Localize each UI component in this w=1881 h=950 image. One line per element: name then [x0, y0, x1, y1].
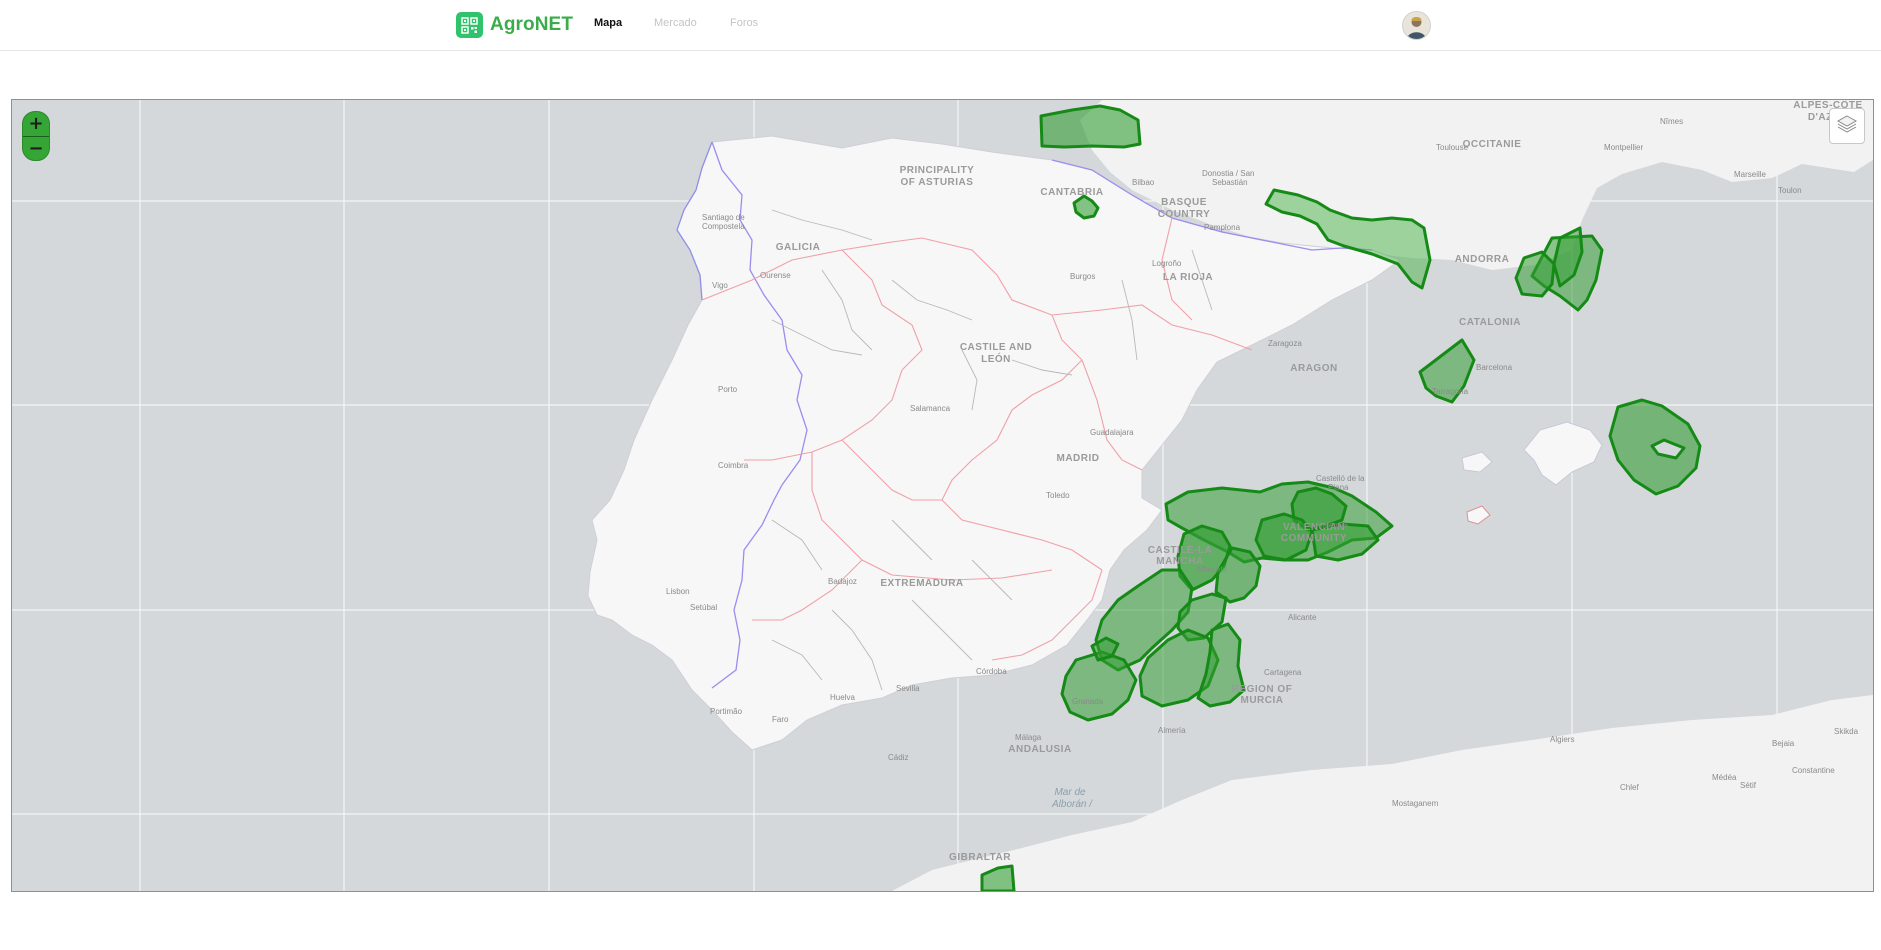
- svg-text:Sevilla: Sevilla: [896, 684, 920, 693]
- svg-text:Toledo: Toledo: [1046, 491, 1070, 500]
- svg-text:CASTILE-LA: CASTILE-LA: [1148, 545, 1212, 556]
- svg-text:Sebastián: Sebastián: [1212, 178, 1248, 187]
- svg-text:Montpellier: Montpellier: [1604, 143, 1643, 152]
- svg-text:Mostaganem: Mostaganem: [1392, 799, 1439, 808]
- svg-text:Portimão: Portimão: [710, 707, 743, 716]
- svg-text:PRINCIPALITY: PRINCIPALITY: [900, 165, 975, 176]
- svg-text:Alicante: Alicante: [1288, 613, 1317, 622]
- svg-text:Compostela: Compostela: [702, 222, 745, 231]
- layers-button[interactable]: [1829, 108, 1865, 144]
- svg-text:Burgos: Burgos: [1070, 272, 1095, 281]
- svg-text:Castelló de la: Castelló de la: [1316, 474, 1365, 483]
- svg-text:Algiers: Algiers: [1550, 735, 1574, 744]
- svg-text:ANDALUSIA: ANDALUSIA: [1008, 744, 1071, 755]
- svg-text:Porto: Porto: [718, 385, 738, 394]
- basemap[interactable]: PRINCIPALITY OF ASTURIAS CANTABRIA BASQU…: [12, 100, 1873, 891]
- svg-text:Valencia: Valencia: [1318, 521, 1349, 530]
- svg-text:OF ASTURIAS: OF ASTURIAS: [901, 177, 974, 188]
- svg-text:Skikda: Skikda: [1834, 727, 1859, 736]
- svg-text:Chlef: Chlef: [1620, 783, 1639, 792]
- user-avatar-icon[interactable]: [1402, 11, 1431, 40]
- svg-text:OCCITANIE: OCCITANIE: [1463, 139, 1522, 150]
- svg-text:Granada: Granada: [1072, 697, 1104, 706]
- svg-text:Tarragona: Tarragona: [1432, 387, 1469, 396]
- svg-text:Pamplona: Pamplona: [1204, 223, 1241, 232]
- zoom-in-button[interactable]: +: [23, 112, 49, 137]
- svg-text:Toulouse: Toulouse: [1436, 143, 1469, 152]
- svg-text:ANDORRA: ANDORRA: [1455, 254, 1510, 265]
- svg-text:Donostia / San: Donostia / San: [1202, 169, 1254, 178]
- svg-text:Toulon: Toulon: [1778, 186, 1802, 195]
- svg-text:Plana: Plana: [1328, 483, 1349, 492]
- svg-text:Albacete: Albacete: [1196, 565, 1228, 574]
- svg-text:Almería: Almería: [1158, 726, 1186, 735]
- svg-text:Cádiz: Cádiz: [888, 753, 908, 762]
- svg-text:CATALONIA: CATALONIA: [1459, 317, 1521, 328]
- svg-text:Córdoba: Córdoba: [976, 667, 1007, 676]
- svg-text:Sétif: Sétif: [1740, 781, 1757, 790]
- svg-text:CASTILE AND: CASTILE AND: [960, 342, 1032, 353]
- svg-text:Guadalajara: Guadalajara: [1090, 428, 1134, 437]
- svg-text:Zaragoza: Zaragoza: [1268, 339, 1302, 348]
- svg-text:MADRID: MADRID: [1057, 453, 1100, 464]
- svg-text:Salamanca: Salamanca: [910, 404, 951, 413]
- svg-text:Marseille: Marseille: [1734, 170, 1767, 179]
- qr-grid-icon: [456, 12, 483, 38]
- svg-text:Alborán /: Alborán /: [1051, 799, 1093, 810]
- svg-text:ARAGON: ARAGON: [1290, 363, 1337, 374]
- svg-text:EXTREMADURA: EXTREMADURA: [880, 578, 963, 589]
- svg-text:Setúbal: Setúbal: [690, 603, 717, 612]
- svg-text:Vigo: Vigo: [712, 281, 728, 290]
- svg-text:GALICIA: GALICIA: [776, 242, 821, 253]
- svg-text:Ourense: Ourense: [760, 271, 791, 280]
- nav-link-mapa[interactable]: Mapa: [594, 17, 622, 29]
- brand-name: AgroNET: [490, 14, 574, 35]
- svg-text:Santiago de: Santiago de: [702, 213, 745, 222]
- map-view[interactable]: PRINCIPALITY OF ASTURIAS CANTABRIA BASQU…: [11, 99, 1874, 892]
- svg-text:Logroño: Logroño: [1152, 259, 1182, 268]
- svg-text:Coimbra: Coimbra: [718, 461, 749, 470]
- svg-text:Constantine: Constantine: [1792, 766, 1835, 775]
- top-navbar: AgroNET Mapa Mercado Foros: [0, 0, 1881, 51]
- nav-link-mercado[interactable]: Mercado: [654, 17, 697, 29]
- svg-text:Cartagena: Cartagena: [1264, 668, 1302, 677]
- svg-text:Badajoz: Badajoz: [828, 577, 857, 586]
- svg-text:Mar de: Mar de: [1054, 787, 1086, 798]
- layers-icon: [1836, 113, 1858, 140]
- svg-text:LA RIOJA: LA RIOJA: [1163, 272, 1213, 283]
- svg-text:GIBRALTAR: GIBRALTAR: [949, 852, 1011, 863]
- svg-text:Bilbao: Bilbao: [1132, 178, 1155, 187]
- svg-text:CANTABRIA: CANTABRIA: [1040, 187, 1103, 198]
- svg-text:REGION OF: REGION OF: [1232, 684, 1293, 695]
- nav-link-foros[interactable]: Foros: [730, 17, 758, 29]
- brand[interactable]: AgroNET: [456, 11, 573, 39]
- svg-text:Médéa: Médéa: [1712, 773, 1737, 782]
- svg-text:COMMUNITY: COMMUNITY: [1281, 533, 1347, 544]
- svg-text:Faro: Faro: [772, 715, 789, 724]
- svg-text:Nîmes: Nîmes: [1660, 117, 1683, 126]
- svg-text:COUNTRY: COUNTRY: [1158, 209, 1211, 220]
- svg-text:BASQUE: BASQUE: [1161, 197, 1207, 208]
- svg-text:Barcelona: Barcelona: [1476, 363, 1513, 372]
- svg-text:MURCIA: MURCIA: [1241, 695, 1284, 706]
- zoom-out-button[interactable]: −: [23, 137, 49, 160]
- zoom-control: + −: [22, 111, 50, 161]
- svg-text:Bejaia: Bejaia: [1772, 739, 1795, 748]
- svg-text:Málaga: Málaga: [1015, 733, 1042, 742]
- svg-text:LEÓN: LEÓN: [981, 352, 1011, 365]
- svg-text:Huelva: Huelva: [830, 693, 855, 702]
- svg-text:Lisbon: Lisbon: [666, 587, 690, 596]
